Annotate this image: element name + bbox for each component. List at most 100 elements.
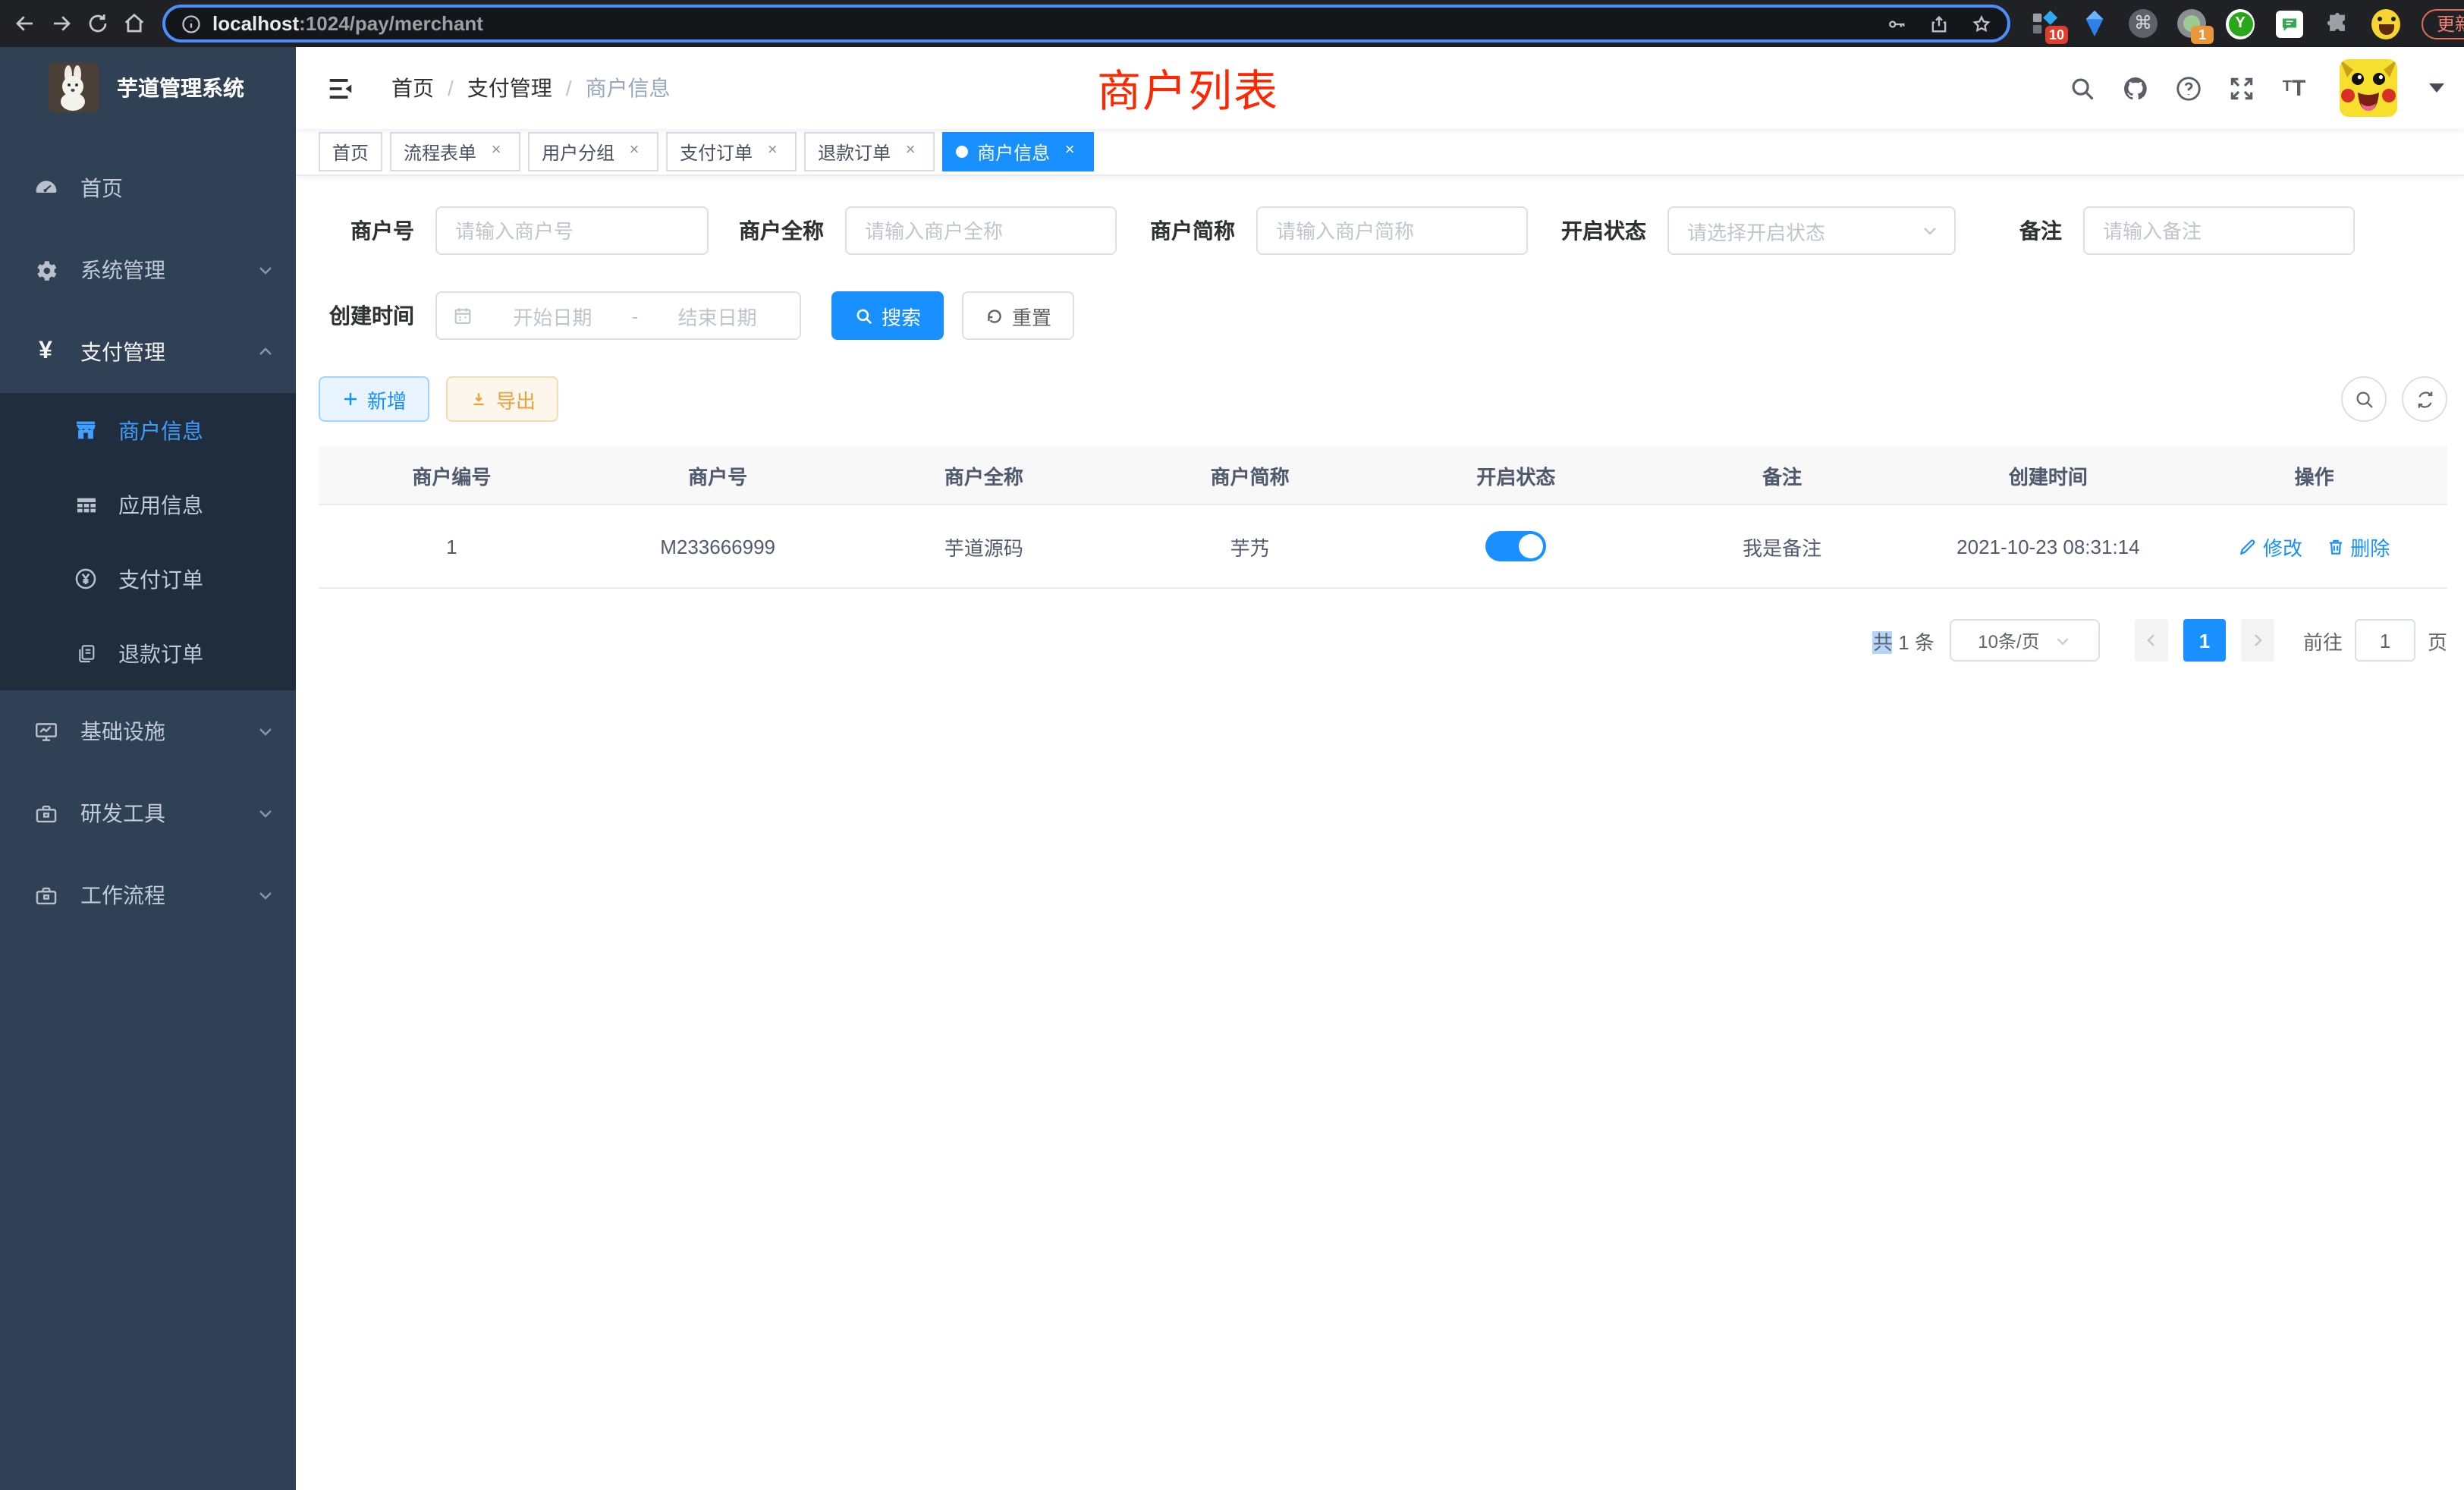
page-size-select[interactable]: 10条/页 [1950,619,2100,662]
download-icon [469,389,489,409]
prev-page-button[interactable] [2135,619,2168,662]
tab-home[interactable]: 首页 [319,132,382,171]
cell-remark: 我是备注 [1649,505,1916,588]
page-number-current[interactable]: 1 [2183,619,2226,662]
sidebar-item-system[interactable]: 系统管理 [0,229,296,311]
tab-user-group[interactable]: 用户分组 × [528,132,658,171]
page-unit-label: 页 [2428,626,2447,655]
tab-merchant-info[interactable]: 商户信息 × [942,132,1094,171]
browser-profile-avatar[interactable] [2371,9,2400,38]
header-actions: TT [2065,59,2444,117]
breadcrumb-home[interactable]: 首页 [391,73,434,103]
font-size-icon[interactable]: TT [2277,71,2311,105]
extension-gem-icon[interactable] [2080,9,2109,38]
add-button-label: 新增 [367,385,407,413]
create-time-range-picker[interactable]: 开始日期 - 结束日期 [435,291,801,340]
tab-refund-order[interactable]: 退款订单 × [804,132,935,171]
remark-label: 备注 [2019,215,2062,246]
url-path: :1024/pay/merchant [299,12,483,35]
merchant-no-input[interactable] [435,206,709,255]
calendar-icon [452,305,473,326]
browser-chrome: localhost:1024/pay/merchant 10 ⌘ [0,0,2464,47]
avatar-caret-icon[interactable] [2429,83,2444,93]
reset-button[interactable]: 重置 [962,291,1074,340]
tab-close-icon[interactable]: × [486,141,507,162]
extension-y-icon[interactable]: Y [2226,9,2255,38]
tab-process-form[interactable]: 流程表单 × [390,132,520,171]
breadcrumb: 首页 / 支付管理 / 商户信息 [391,73,671,103]
tab-label: 退款订单 [818,139,891,165]
tab-close-icon[interactable]: × [1059,141,1080,162]
sidebar-item-workflow[interactable]: 工作流程 [0,854,296,936]
status-select[interactable]: 请选择开启状态 [1667,206,1956,255]
sidebar-item-home[interactable]: 首页 [0,147,296,229]
user-avatar[interactable] [2340,59,2397,117]
goto-page-input[interactable] [2355,619,2415,662]
github-icon[interactable] [2118,71,2151,105]
full-name-input[interactable] [845,206,1117,255]
password-key-icon[interactable] [1886,13,1907,34]
table-row: 1 M233666999 芋道源码 芋艿 我是备注 2021-10-23 08:… [319,505,2447,588]
sidebar-item-app-info[interactable]: 应用信息 [0,467,296,542]
table-toolbar: 新增 导出 [319,376,2447,422]
extension-command-icon[interactable]: ⌘ [2129,9,2158,38]
sidebar-item-refund-order[interactable]: 退款订单 [0,616,296,690]
sidebar-item-devtools[interactable]: 研发工具 [0,772,296,854]
page-size-value: 10条/页 [1978,627,2039,653]
app-logo[interactable]: 芋道管理系统 [0,47,296,127]
tab-close-icon[interactable]: × [624,141,645,162]
sidebar-item-merchant-info[interactable]: 商户信息 [0,393,296,467]
tab-close-icon[interactable]: × [900,141,921,162]
search-icon[interactable] [2065,71,2098,105]
tab-label: 流程表单 [404,139,476,165]
yen-circle-icon [73,566,99,592]
fullscreen-icon[interactable] [2224,71,2258,105]
breadcrumb-pay[interactable]: 支付管理 [467,73,552,103]
col-header-status: 开启状态 [1383,446,1649,505]
extensions-puzzle-icon[interactable] [2323,9,2352,38]
site-info-icon[interactable] [181,13,202,34]
monitor-icon [32,718,59,745]
sidebar-item-pay-order[interactable]: 支付订单 [0,542,296,616]
tab-pay-order[interactable]: 支付订单 × [666,132,797,171]
merchant-table: 商户编号 商户号 商户全称 商户简称 开启状态 备注 创建时间 操作 1 [319,446,2447,589]
create-time-label: 创建时间 [319,300,414,331]
tab-close-icon[interactable]: × [762,141,783,162]
browser-back-button[interactable] [8,7,41,40]
edit-link[interactable]: 修改 [2239,532,2302,561]
sidebar-collapse-icon[interactable] [326,74,355,102]
chevron-down-icon [1921,222,1939,240]
add-button[interactable]: 新增 [319,376,429,422]
delete-link[interactable]: 删除 [2326,532,2390,561]
remark-input[interactable] [2083,206,2355,255]
sidebar-item-label: 支付订单 [118,564,203,594]
bookmark-star-icon[interactable] [1971,13,1992,34]
hide-search-button[interactable] [2341,376,2387,422]
short-name-input[interactable] [1256,206,1528,255]
extension-chat-icon[interactable] [2274,9,2303,38]
export-button[interactable]: 导出 [446,376,558,422]
sidebar-item-label: 系统管理 [80,255,256,285]
sidebar-item-label: 基础设施 [80,716,256,747]
chevron-down-icon [256,886,275,904]
sidebar-item-infra[interactable]: 基础设施 [0,690,296,772]
col-header-merchant-id: 商户编号 [319,446,585,505]
back-arrow-icon [13,12,36,35]
next-page-button[interactable] [2241,619,2274,662]
extension-profile-icon[interactable]: 1 [2177,9,2206,38]
browser-update-button[interactable]: 更新 [2422,8,2464,39]
status-toggle[interactable] [1485,531,1546,561]
sidebar-item-pay[interactable]: ¥ 支付管理 [0,311,296,393]
refresh-table-button[interactable] [2402,376,2447,422]
col-header-remark: 备注 [1649,446,1916,505]
search-button[interactable]: 搜索 [831,291,944,340]
page-content: 商户号 商户全称 商户简称 开启状态 请选择开启状态 备注 [296,176,2464,662]
browser-forward-button[interactable] [44,7,77,40]
browser-home-button[interactable] [117,7,150,40]
browser-reload-button[interactable] [80,7,114,40]
app-header: 首页 / 支付管理 / 商户信息 商户列表 [296,47,2464,129]
url-bar[interactable]: localhost:1024/pay/merchant [162,5,2010,42]
extension-blocks-icon[interactable]: 10 [2032,9,2060,38]
share-icon[interactable] [1928,13,1950,34]
help-icon[interactable] [2171,71,2205,105]
